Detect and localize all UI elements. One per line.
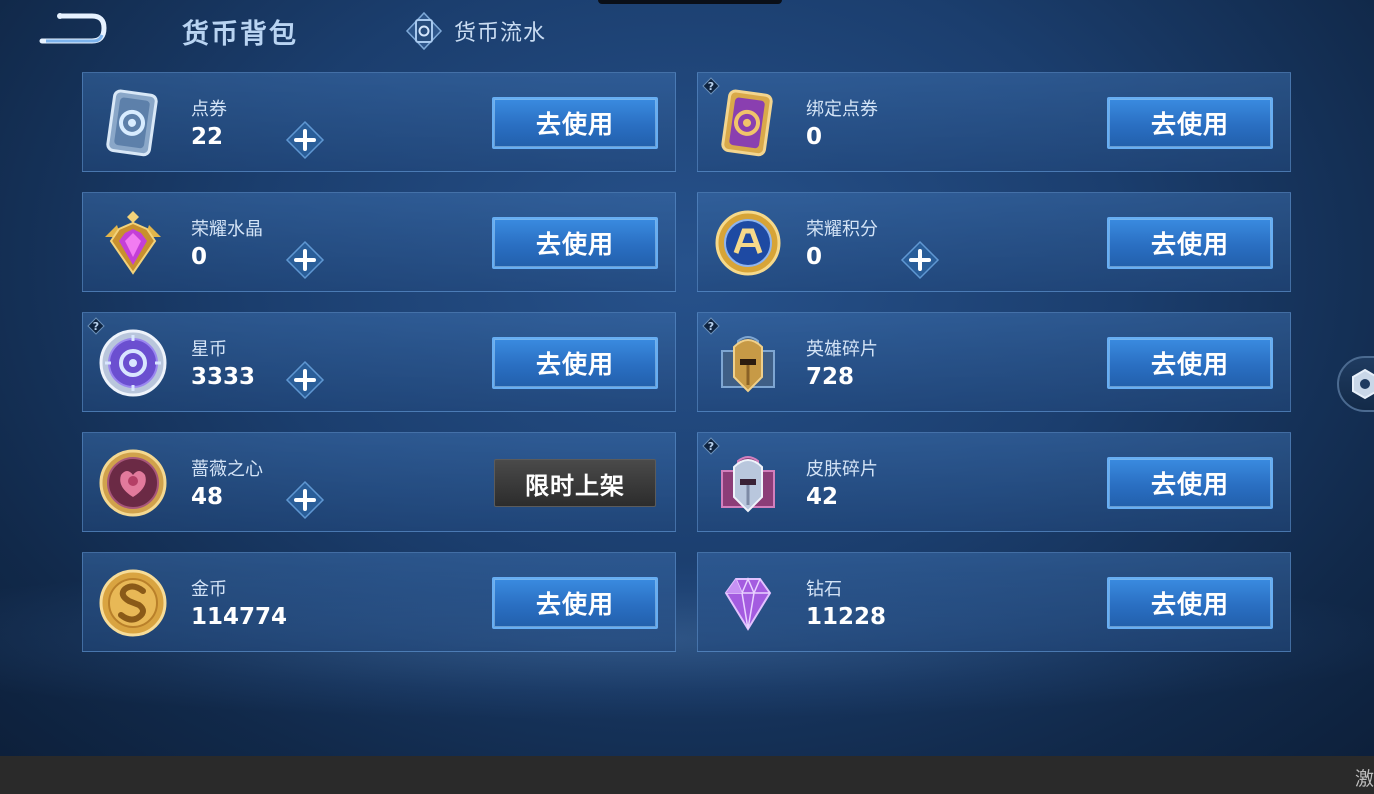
page-title: 货币背包 [182,19,298,50]
currency-card-gold-coin: 金币 114774 去使用 [82,552,676,652]
currency-value: 3333 [191,364,256,390]
currency-name: 皮肤碎片 [806,459,878,480]
currency-card-bound-coupon: ? 绑定点券 0 去使用 [697,72,1291,172]
currency-name: 英雄碎片 [806,339,878,360]
gold-coin-icon [99,569,167,637]
currency-name: 蔷薇之心 [191,459,263,480]
use-button[interactable]: 去使用 [492,337,658,389]
corner-text: 激 [1354,768,1374,790]
currency-value: 0 [806,124,823,150]
hero-shard-icon [721,336,775,393]
glory-points-icon [715,210,781,276]
add-plus-icon[interactable] [285,360,325,400]
history-tab-label: 货币流水 [454,21,547,46]
currency-name: 荣耀水晶 [191,219,263,240]
currency-name: 金币 [191,579,227,600]
use-button[interactable]: 去使用 [1107,577,1273,629]
currency-value: 22 [191,124,224,150]
currency-name: 星币 [191,339,227,360]
top-notch [598,0,782,4]
currency-card-rose-heart: 蔷薇之心 48 限时上架 [82,432,676,532]
currency-backpack-screen: 货币背包 货币流水 点券 22 去使用 ? 绑定点券 0 去使用 荣耀水晶 0 … [0,0,1374,756]
currency-card-glory-points: 荣耀积分 0 去使用 [697,192,1291,292]
currency-name: 绑定点券 [806,99,878,120]
bound-coupon-card-icon [721,89,773,157]
currency-value: 0 [806,244,823,270]
use-button[interactable]: 去使用 [492,217,658,269]
currency-card-glory-crystal: 荣耀水晶 0 去使用 [82,192,676,292]
currency-value: 114774 [191,604,288,630]
hexagon-menu-icon [1352,368,1374,400]
use-button[interactable]: 去使用 [492,97,658,149]
currency-card-diamond: 钻石 11228 去使用 [697,552,1291,652]
use-button[interactable]: 去使用 [1107,97,1273,149]
use-button[interactable]: 去使用 [1107,457,1273,509]
add-plus-icon[interactable] [285,120,325,160]
rose-heart-icon [99,449,167,517]
currency-value: 728 [806,364,855,390]
add-plus-icon[interactable] [900,240,940,280]
currency-card-coupon: 点券 22 去使用 [82,72,676,172]
skin-shard-icon [721,456,775,513]
back-button[interactable] [36,10,108,48]
glory-crystal-icon [105,211,161,275]
currency-name: 荣耀积分 [806,219,878,240]
currency-card-skin-shard: ? 皮肤碎片 42 去使用 [697,432,1291,532]
bottom-bar [0,756,1374,794]
currency-name: 钻石 [806,579,842,600]
history-card-icon [405,11,443,51]
side-panel-handle[interactable] [1337,356,1374,412]
use-button[interactable]: 去使用 [1107,337,1273,389]
currency-history-tab[interactable]: 货币流水 [404,11,547,51]
back-arrow-icon [39,13,107,44]
limited-time-button[interactable]: 限时上架 [494,459,656,507]
diamond-icon [724,577,772,631]
coupon-card-icon [106,89,158,157]
use-button[interactable]: 去使用 [492,577,658,629]
currency-card-hero-shard: ? 英雄碎片 728 去使用 [697,312,1291,412]
currency-value: 0 [191,244,208,270]
add-plus-icon[interactable] [285,240,325,280]
currency-value: 11228 [806,604,887,630]
currency-name: 点券 [191,99,227,120]
add-plus-icon[interactable] [285,480,325,520]
currency-value: 42 [806,484,839,510]
currency-card-star-coin: ? 星币 3333 去使用 [82,312,676,412]
use-button[interactable]: 去使用 [1107,217,1273,269]
currency-value: 48 [191,484,224,510]
star-coin-icon [99,329,167,397]
